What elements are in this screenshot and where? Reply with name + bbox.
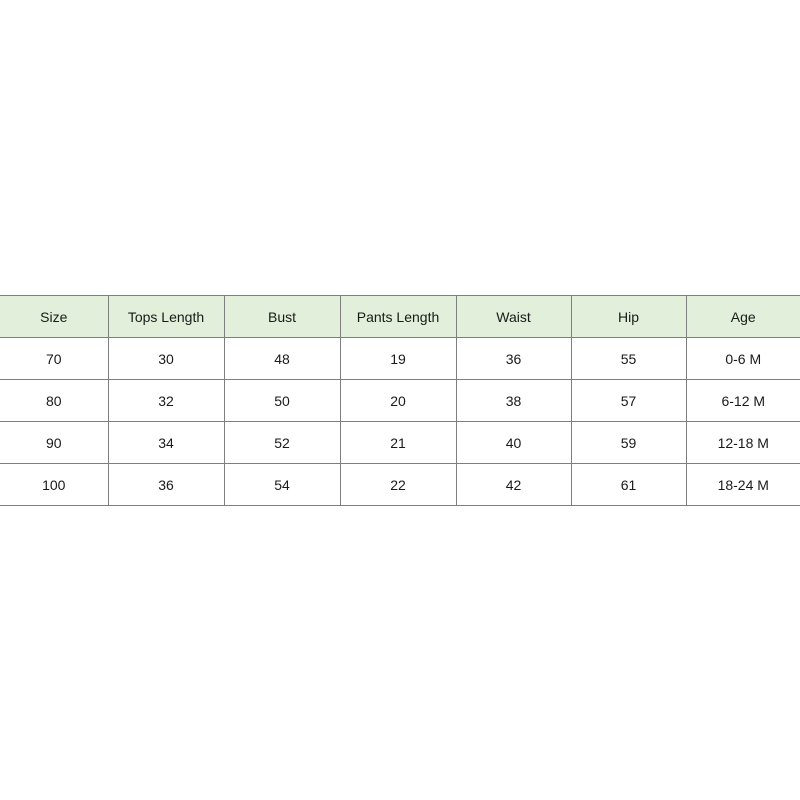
header-size: Size (0, 295, 109, 338)
table-row: 100 36 54 22 42 61 18-24 M (0, 463, 800, 506)
page: Size Tops Length Bust Pants Length Waist… (0, 0, 800, 800)
table-cell: 54 (223, 463, 341, 506)
table-cell: 52 (223, 421, 341, 464)
header-age: Age (685, 295, 800, 338)
table-cell: 20 (339, 379, 457, 422)
table-header-row: Size Tops Length Bust Pants Length Waist… (0, 295, 800, 338)
table-cell: 6-12 M (685, 379, 800, 422)
table-cell: 30 (107, 337, 225, 380)
table-cell: 36 (455, 337, 572, 380)
table-cell: 38 (455, 379, 572, 422)
table-row: 70 30 48 19 36 55 0-6 M (0, 337, 800, 380)
table-cell: 0-6 M (685, 337, 800, 380)
table-cell: 12-18 M (685, 421, 800, 464)
table-cell: 90 (0, 421, 109, 464)
table-cell: 80 (0, 379, 109, 422)
table-cell: 34 (107, 421, 225, 464)
table-cell: 32 (107, 379, 225, 422)
table-cell: 21 (339, 421, 457, 464)
header-bust: Bust (223, 295, 341, 338)
header-pants-length: Pants Length (339, 295, 457, 338)
table-cell: 61 (570, 463, 687, 506)
table-cell: 36 (107, 463, 225, 506)
table-cell: 22 (339, 463, 457, 506)
table-cell: 55 (570, 337, 687, 380)
table-cell: 18-24 M (685, 463, 800, 506)
table-cell: 57 (570, 379, 687, 422)
table-cell: 59 (570, 421, 687, 464)
size-chart-table: Size Tops Length Bust Pants Length Waist… (0, 295, 800, 506)
table-cell: 70 (0, 337, 109, 380)
table-cell: 100 (0, 463, 109, 506)
table-cell: 48 (223, 337, 341, 380)
header-tops-length: Tops Length (107, 295, 225, 338)
table-cell: 19 (339, 337, 457, 380)
table-cell: 42 (455, 463, 572, 506)
table-cell: 50 (223, 379, 341, 422)
header-waist: Waist (455, 295, 572, 338)
table-row: 90 34 52 21 40 59 12-18 M (0, 421, 800, 464)
table-row: 80 32 50 20 38 57 6-12 M (0, 379, 800, 422)
header-hip: Hip (570, 295, 687, 338)
table-cell: 40 (455, 421, 572, 464)
